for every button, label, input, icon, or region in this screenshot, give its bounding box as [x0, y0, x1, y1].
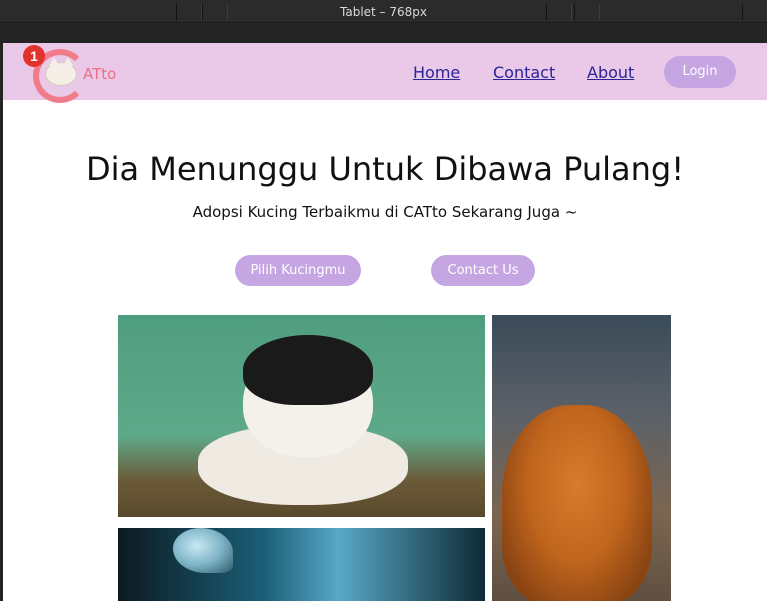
device-size-label: Tablet – 768px: [340, 5, 427, 19]
cat-patch-shape: [243, 335, 373, 405]
cat-face-icon: [45, 57, 77, 86]
nav-link-home[interactable]: Home: [413, 63, 460, 82]
catto-logo[interactable]: ATto 1: [23, 45, 133, 103]
contact-us-button[interactable]: Contact Us: [431, 255, 535, 286]
cat-photo-black-white: [118, 315, 485, 517]
nav-link-contact[interactable]: Contact: [493, 63, 555, 82]
logo-text: ATto: [83, 65, 117, 83]
cat-photo-butterfly: [118, 528, 485, 601]
device-toolbar: Tablet – 768px: [0, 0, 767, 23]
navbar: ATto 1 Home Contact About Login: [3, 43, 767, 103]
notification-badge: 1: [23, 45, 45, 67]
choose-cat-button[interactable]: Pilih Kucingmu: [235, 255, 361, 286]
hero-subtitle: Adopsi Kucing Terbaikmu di CATto Sekaran…: [192, 203, 578, 221]
nav-link-about[interactable]: About: [587, 63, 634, 82]
page-viewport: ATto 1 Home Contact About Login Dia Menu…: [3, 43, 767, 601]
cat-photo-ginger: [492, 315, 671, 601]
login-button[interactable]: Login: [664, 56, 736, 88]
butterfly-wing-shape: [173, 528, 233, 573]
hero-title: Dia Menunggu Untuk Dibawa Pulang!: [85, 150, 685, 188]
ginger-cat-shape: [502, 405, 652, 601]
